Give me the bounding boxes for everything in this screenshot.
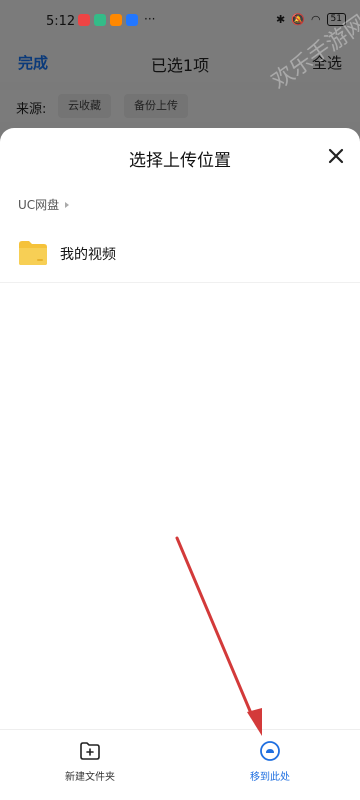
app-icon [126, 14, 138, 26]
source-label: 来源: [16, 102, 47, 117]
sheet-title: 选择上传位置 [129, 151, 231, 171]
bluetooth-icon: ✱ [276, 13, 286, 26]
new-folder-label: 新建文件夹 [65, 772, 115, 783]
breadcrumb-root[interactable]: UC网盘 [18, 196, 59, 213]
new-folder-icon [80, 742, 100, 760]
app-icon [94, 14, 106, 26]
breadcrumb[interactable]: UC网盘 [18, 196, 70, 213]
folder-name: 我的视频 [60, 247, 116, 263]
chevron-right-icon [65, 201, 70, 208]
new-folder-button[interactable]: 新建文件夹 [30, 740, 150, 783]
sheet-action-bar: 新建文件夹 移到此处 [0, 729, 360, 800]
status-bar: 5:12 ··· ✱ 🔕 ◠ 51 [0, 0, 360, 42]
close-icon[interactable] [324, 144, 348, 168]
upload-cloud-icon [260, 741, 280, 761]
wifi-icon: ◠ [310, 13, 321, 26]
app-icon [110, 14, 122, 26]
upload-location-sheet: 选择上传位置 UC网盘 我的视频 新建文件夹 移到此处 [0, 128, 360, 800]
more-dots-icon: ··· [144, 12, 156, 26]
silent-icon: 🔕 [291, 13, 305, 26]
status-time: 5:12 [46, 14, 76, 29]
source-filter-row: 来源: 云收藏 备份上传 [0, 90, 360, 122]
move-here-label: 移到此处 [250, 772, 290, 783]
folder-icon [19, 241, 47, 265]
source-chip-backup-upload[interactable]: 备份上传 [124, 94, 188, 118]
source-chip-cloud-favorites[interactable]: 云收藏 [58, 94, 111, 118]
app-icon [78, 14, 90, 26]
folder-list-item[interactable]: 我的视频 [0, 226, 360, 283]
move-here-button[interactable]: 移到此处 [210, 740, 330, 783]
status-app-icons: ··· [78, 12, 156, 26]
